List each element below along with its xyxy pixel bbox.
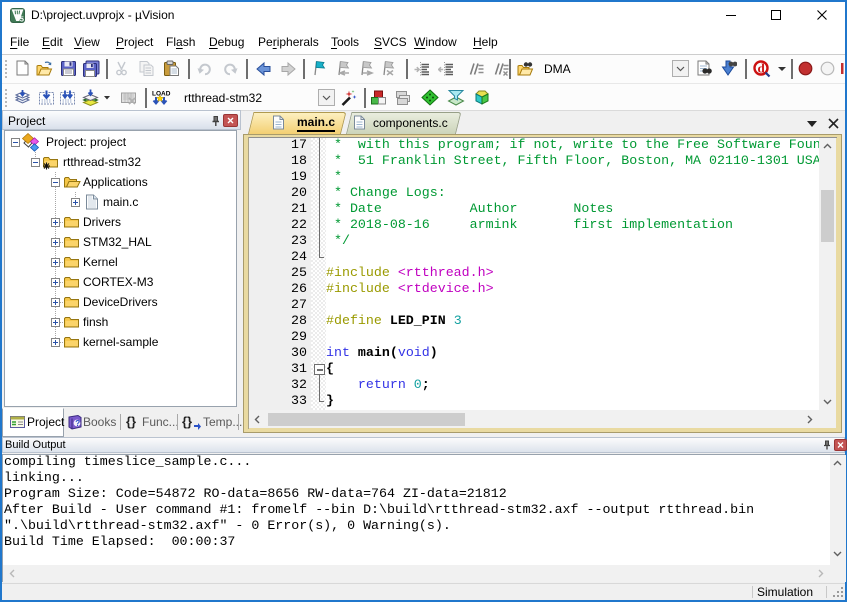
svg-text:d: d xyxy=(758,61,766,76)
svg-text:?: ? xyxy=(75,419,80,428)
svg-text:5: 5 xyxy=(20,14,24,23)
svg-text:LOAD: LOAD xyxy=(152,91,171,98)
